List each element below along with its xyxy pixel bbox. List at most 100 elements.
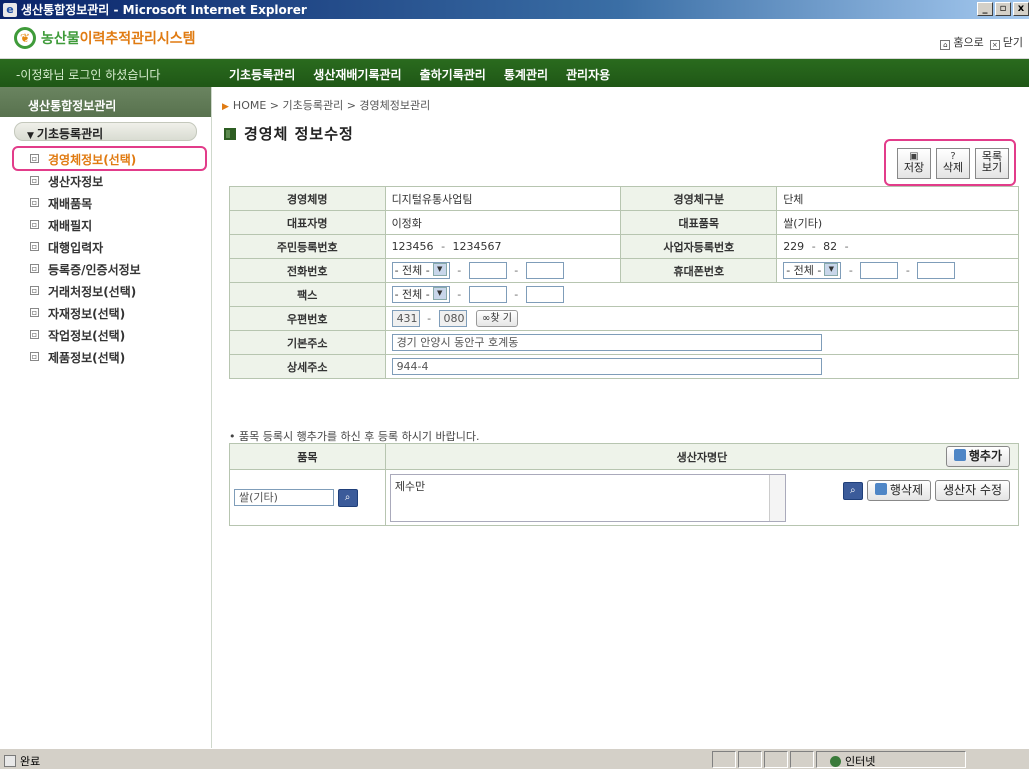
phone-area-select[interactable]: - 전체 - ▼ xyxy=(391,262,450,279)
header-item: 품목 xyxy=(229,443,386,470)
biz-number-first: 229 xyxy=(783,240,805,253)
action-buttons-highlight: ▣ 저장 ? 삭제 목록 보기 xyxy=(884,139,1016,186)
status-bar: 완료 인터넷 xyxy=(0,748,1029,769)
welcome-text: -이정화님 로그인 하셨습니다 xyxy=(16,68,161,82)
home-link[interactable]: ⌂ 홈으로 xyxy=(940,34,984,50)
mobile-middle-input[interactable] xyxy=(860,262,899,279)
list-view-button[interactable]: 목록 보기 xyxy=(975,148,1009,179)
address-input[interactable]: 경기 안양시 동안구 호계동 xyxy=(391,334,822,351)
biz-number-dash2: - xyxy=(844,240,849,253)
producers-text: 제수만 xyxy=(394,479,426,493)
menu-item-admin[interactable]: 관리자용 xyxy=(564,66,612,83)
minimize-button[interactable]: _ xyxy=(977,2,993,16)
sidebar-item-clients[interactable]: ▫ 거래처정보(선택) xyxy=(0,279,211,301)
sidebar-item-label: 재배품목 xyxy=(48,197,93,211)
page-title-text: 경영체 정보수정 xyxy=(244,125,354,143)
search-icon: ⌕ xyxy=(344,491,351,503)
delete-row-label: 행삭제 xyxy=(889,483,923,497)
header-producers-label: 생산자명단 xyxy=(676,450,728,464)
menu-item-shipment-records[interactable]: 출하기록관리 xyxy=(418,66,488,83)
fax-last-input[interactable] xyxy=(525,286,564,303)
textarea-scrollbar[interactable] xyxy=(768,474,785,521)
sidebar-item-business-info[interactable]: ▫ 경영체정보(선택) xyxy=(0,146,211,171)
detail-address-input[interactable]: 944-4 xyxy=(391,358,822,375)
postal-dash: - xyxy=(427,311,432,325)
plus-box-icon: ▫ xyxy=(30,264,39,273)
find-postal-button[interactable]: ∞찾 기 xyxy=(476,310,518,327)
logo-mark-icon: ❦ xyxy=(14,27,36,49)
postal-code-second[interactable]: 080 xyxy=(438,310,467,327)
close-window-button[interactable]: x xyxy=(1013,2,1029,16)
item-search-button[interactable]: ⌕ xyxy=(337,488,358,507)
resident-number-dash: - xyxy=(441,240,446,253)
mobile-last-input[interactable] xyxy=(917,262,956,279)
plus-box-icon: ▫ xyxy=(30,198,39,207)
sidebar-item-materials[interactable]: ▫ 자재정보(선택) xyxy=(0,301,211,323)
sidebar-item-proxy-input[interactable]: ▫ 대행입력자 xyxy=(0,235,211,257)
menu-item-statistics[interactable]: 통계관리 xyxy=(502,66,550,83)
save-button[interactable]: ▣ 저장 xyxy=(897,148,931,179)
chevron-down-icon: ▼ xyxy=(432,287,447,300)
breadcrumb-text: HOME > 기초등록관리 > 경영체정보관리 xyxy=(232,99,431,112)
page-title: 경영체 정보수정 xyxy=(224,123,354,144)
sidebar-item-certificates[interactable]: ▫ 등록증/인증서정보 xyxy=(0,257,211,279)
fax-area-select[interactable]: - 전체 - ▼ xyxy=(391,286,450,303)
sidebar-group-basic-registration[interactable]: ▼ 기초등록관리 xyxy=(14,122,197,141)
close-link[interactable]: × 닫기 xyxy=(989,34,1023,50)
resident-number-first: 123456 xyxy=(391,240,434,253)
status-label: 완료 xyxy=(20,755,41,768)
edit-producer-button[interactable]: 생산자 수정 xyxy=(934,480,1010,501)
mobile-dash2: - xyxy=(905,263,910,277)
sidebar-list: ▫ 경영체정보(선택) ▫ 생산자정보 ▫ 재배품목 ▫ 재배필지 ▫ 대행입력자 ▫ 등록… xyxy=(0,146,211,367)
sidebar-item-label: 거래처정보(선택) xyxy=(48,285,137,299)
menu-item-basic-registration[interactable]: 기초등록관리 xyxy=(227,66,297,83)
fax-middle-input[interactable] xyxy=(468,286,507,303)
delete-button[interactable]: ? 삭제 xyxy=(936,148,970,179)
sidebar: 생산통합정보관리 ▼ 기초등록관리 ▫ 경영체정보(선택) ▫ 생산자정보 ▫ 재배품목… xyxy=(0,87,212,748)
logo-text-green: 농산물 xyxy=(41,31,80,47)
producers-textarea[interactable]: 제수만 xyxy=(389,473,786,522)
status-segment xyxy=(712,751,736,768)
sidebar-group-label: 기초등록관리 xyxy=(36,127,104,141)
status-segment xyxy=(790,751,814,768)
phone-last-input[interactable] xyxy=(525,262,564,279)
postal-code-first[interactable]: 431 xyxy=(391,310,420,327)
sidebar-item-parcels[interactable]: ▫ 재배필지 xyxy=(0,213,211,235)
sidebar-item-producer-info[interactable]: ▫ 생산자정보 xyxy=(0,169,211,191)
add-row-button[interactable]: 행추가 xyxy=(945,446,1010,467)
delete-row-button[interactable]: 행삭제 xyxy=(866,480,931,501)
site-header: ❦ 농산물 이력추적관리시스템 ⌂ 홈으로 × 닫기 xyxy=(0,19,1029,59)
sidebar-item-crops[interactable]: ▫ 재배품목 xyxy=(0,191,211,213)
fax-dash2: - xyxy=(514,287,519,301)
close-icon: × xyxy=(989,40,1000,50)
plus-box-icon: ▫ xyxy=(30,352,39,361)
item-input[interactable]: 쌀(기타) xyxy=(234,489,334,506)
mobile-prefix-select[interactable]: - 전체 - ▼ xyxy=(783,262,842,279)
sidebar-item-label: 대행입력자 xyxy=(48,241,104,255)
plus-box-icon: ▫ xyxy=(30,176,39,185)
sidebar-item-label: 자재정보(선택) xyxy=(48,307,126,321)
phone-area-value: - 전체 - xyxy=(394,264,430,277)
plus-box-icon: ▫ xyxy=(30,242,39,251)
ie-icon: e xyxy=(3,2,17,17)
status-segment xyxy=(764,751,788,768)
value-resident-number: 123456 - 1234567 xyxy=(384,234,622,259)
phone-dash1: - xyxy=(457,263,462,277)
sidebar-item-products[interactable]: ▫ 제품정보(선택) xyxy=(0,345,211,367)
label-detail-address: 상세주소 xyxy=(229,354,386,379)
item-cell: 쌀(기타) ⌕ xyxy=(229,469,386,526)
sidebar-item-label: 생산자정보 xyxy=(48,175,104,189)
menu-item-cultivation-records[interactable]: 생산재배기록관리 xyxy=(311,66,403,83)
producer-search-button[interactable]: ⌕ xyxy=(842,481,863,500)
sidebar-item-label: 등록증/인증서정보 xyxy=(48,263,141,277)
find-postal-label: 찾 기 xyxy=(490,313,512,324)
security-zone: 인터넷 xyxy=(830,753,875,769)
site-logo[interactable]: ❦ 농산물 이력추적관리시스템 xyxy=(14,27,196,49)
fax-dash1: - xyxy=(457,287,462,301)
top-links: ⌂ 홈으로 × 닫기 xyxy=(940,34,1023,50)
label-postal-code: 우편번호 xyxy=(229,306,386,331)
sidebar-item-tasks[interactable]: ▫ 작업정보(선택) xyxy=(0,323,211,345)
search-icon: ⌕ xyxy=(850,484,856,496)
phone-middle-input[interactable] xyxy=(468,262,507,279)
maximize-button[interactable]: ▫ xyxy=(995,2,1011,16)
